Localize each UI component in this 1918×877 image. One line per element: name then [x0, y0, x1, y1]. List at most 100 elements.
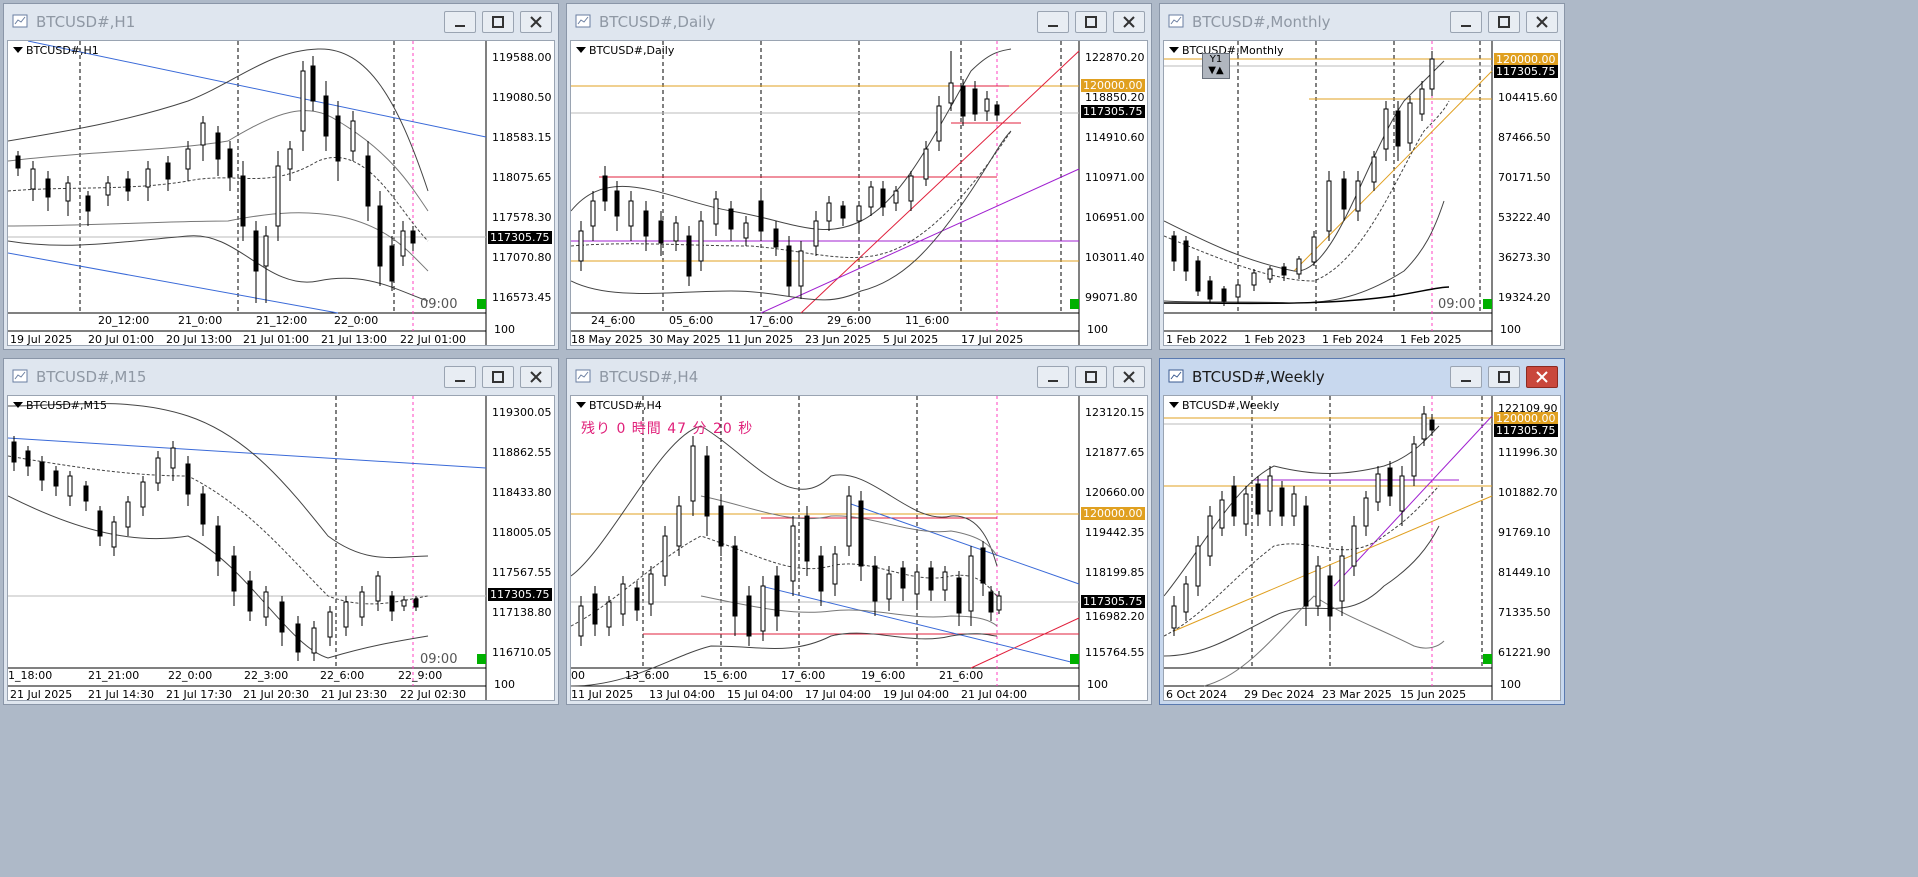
time-label: 21 Jul 20:30	[243, 688, 309, 701]
window-monthly[interactable]: BTCUSD#,Monthly BTCUSD#,Monthly Y1 ▼▲ 12…	[1159, 3, 1565, 350]
titlebar-monthly[interactable]: BTCUSD#,Monthly	[1160, 4, 1564, 38]
price-axis: 122870.20 120000.00 118850.20 117305.75 …	[1081, 41, 1147, 313]
time-label: 11 Jun 2025	[727, 333, 794, 346]
chart-menu-icon[interactable]	[13, 402, 23, 408]
minimize-icon	[1461, 380, 1471, 382]
maximize-button[interactable]	[482, 11, 514, 33]
price-label: 121877.65	[1085, 446, 1145, 459]
minimize-button[interactable]	[1037, 11, 1069, 33]
minimize-icon	[1048, 25, 1058, 27]
maximize-button[interactable]	[1075, 11, 1107, 33]
window-daily[interactable]: BTCUSD#,Daily BTCUSD#,Daily 122870.20 12…	[566, 3, 1152, 350]
close-button[interactable]	[1526, 366, 1558, 388]
time-label: 5 Jul 2025	[883, 333, 939, 346]
titlebar-weekly[interactable]: BTCUSD#,Weekly	[1160, 359, 1564, 393]
chart-area-m15[interactable]: BTCUSD#,M15 119300.05 118862.55 118433.8…	[7, 395, 555, 701]
maximize-icon	[1498, 16, 1510, 28]
current-price-tag: 117305.75	[1494, 65, 1558, 78]
titlebar-h1[interactable]: BTCUSD#,H1	[4, 4, 558, 38]
minimize-icon	[1461, 25, 1471, 27]
close-icon	[1123, 16, 1135, 28]
chart-area-monthly[interactable]: BTCUSD#,Monthly Y1 ▼▲ 120000.00 117305.75…	[1163, 40, 1561, 346]
minimize-button[interactable]	[1450, 11, 1482, 33]
time-label: 21 Jul 23:30	[321, 688, 387, 701]
maximize-button[interactable]	[1488, 11, 1520, 33]
time-label: 05_6:00	[669, 314, 714, 327]
price-label: 116573.45	[492, 291, 552, 304]
price-label: 70171.50	[1498, 171, 1551, 184]
period-toggle-label: Y1	[1209, 54, 1223, 65]
time-label: 21 Jul 01:00	[243, 333, 309, 346]
price-label: 117070.80	[492, 251, 552, 264]
price-label: 116982.20	[1085, 610, 1145, 623]
time-label: 29 Dec 2024	[1244, 688, 1315, 701]
time-label: 22_9:00	[398, 669, 443, 682]
time-label: 21_6:00	[939, 669, 984, 682]
chart-area-h1[interactable]: BTCUSD#,H1 119588.00 119080.50 118583.15…	[7, 40, 555, 346]
maximize-button[interactable]	[482, 366, 514, 388]
close-button[interactable]	[1113, 366, 1145, 388]
chart-menu-icon[interactable]	[1169, 47, 1179, 53]
status-indicator	[477, 299, 486, 309]
time-label: 21 Jul 04:00	[961, 688, 1027, 701]
minimize-button[interactable]	[444, 11, 476, 33]
chart-window-icon	[575, 369, 591, 383]
clock-label: 09:00	[1438, 297, 1476, 312]
maximize-button[interactable]	[1075, 366, 1107, 388]
window-weekly[interactable]: BTCUSD#,Weekly BTCUSD#,Weekly 122109.90 …	[1159, 358, 1565, 705]
time-label: 00	[571, 669, 585, 682]
price-label: 71335.50	[1498, 606, 1551, 619]
minimize-button[interactable]	[444, 366, 476, 388]
maximize-icon	[492, 371, 504, 383]
window-h4[interactable]: BTCUSD#,H4 BTCUSD#,H4 残り 0 時間 47 分 20 秒 …	[566, 358, 1152, 705]
titlebar-daily[interactable]: BTCUSD#,Daily	[567, 4, 1151, 38]
window-title: BTCUSD#,H4	[599, 368, 699, 386]
price-label: 119442.35	[1085, 526, 1145, 539]
minimize-button[interactable]	[1450, 366, 1482, 388]
titlebar-h4[interactable]: BTCUSD#,H4	[567, 359, 1151, 393]
window-m15[interactable]: BTCUSD#,M15 BTCUSD#,M15 119300.05 118862…	[3, 358, 559, 705]
time-label: 21_0:00	[178, 314, 223, 327]
close-icon	[530, 16, 542, 28]
chart-area-weekly[interactable]: BTCUSD#,Weekly 122109.90 120000.00 11730…	[1163, 395, 1561, 701]
time-label: 21_12:00	[256, 314, 308, 327]
price-label: 118005.05	[492, 526, 552, 539]
time-label: 22 Jul 02:30	[400, 688, 466, 701]
price-label: 81449.10	[1498, 566, 1551, 579]
window-h1[interactable]: BTCUSD#,H1 BTCUSD#,H1 119588.00 119080.5…	[3, 3, 559, 350]
time-label: 22_3:00	[244, 669, 289, 682]
time-label: 20_12:00	[98, 314, 150, 327]
chart-menu-icon[interactable]	[13, 47, 23, 53]
chart-menu-icon[interactable]	[576, 402, 586, 408]
price-label: 61221.90	[1498, 646, 1551, 659]
titlebar-m15[interactable]: BTCUSD#,M15	[4, 359, 558, 393]
window-title: BTCUSD#,Daily	[599, 13, 716, 31]
chart-svg-h1	[8, 41, 487, 345]
chart-area-h4[interactable]: BTCUSD#,H4 残り 0 時間 47 分 20 秒 123120.15 1…	[570, 395, 1148, 701]
price-label: 116710.05	[492, 646, 552, 659]
period-toggle-button[interactable]: Y1 ▼▲	[1202, 53, 1230, 79]
chart-window-icon	[1168, 369, 1184, 383]
close-icon	[1536, 16, 1548, 28]
scale-label: 100	[1500, 323, 1521, 336]
chart-menu-icon[interactable]	[1169, 402, 1179, 408]
close-button[interactable]	[1113, 11, 1145, 33]
current-price-tag: 117305.75	[1081, 105, 1145, 118]
minimize-button[interactable]	[1037, 366, 1069, 388]
time-label: 15 Jul 04:00	[727, 688, 793, 701]
time-label: 6 Oct 2024	[1166, 688, 1228, 701]
close-button[interactable]	[1526, 11, 1558, 33]
price-label: 19324.20	[1498, 291, 1551, 304]
chart-area-daily[interactable]: BTCUSD#,Daily 122870.20 120000.00 118850…	[570, 40, 1148, 346]
symbol-label: BTCUSD#,Monthly	[1182, 44, 1284, 57]
price-label: 111996.30	[1498, 446, 1558, 459]
close-button[interactable]	[520, 366, 552, 388]
close-button[interactable]	[520, 11, 552, 33]
status-indicator	[477, 654, 486, 664]
maximize-button[interactable]	[1488, 366, 1520, 388]
price-label: 118199.85	[1085, 566, 1145, 579]
chart-svg-daily	[571, 41, 1080, 345]
price-label: 118583.15	[492, 131, 552, 144]
chart-menu-icon[interactable]	[576, 47, 586, 53]
arrow-toggle-icon: ▼▲	[1208, 65, 1224, 76]
